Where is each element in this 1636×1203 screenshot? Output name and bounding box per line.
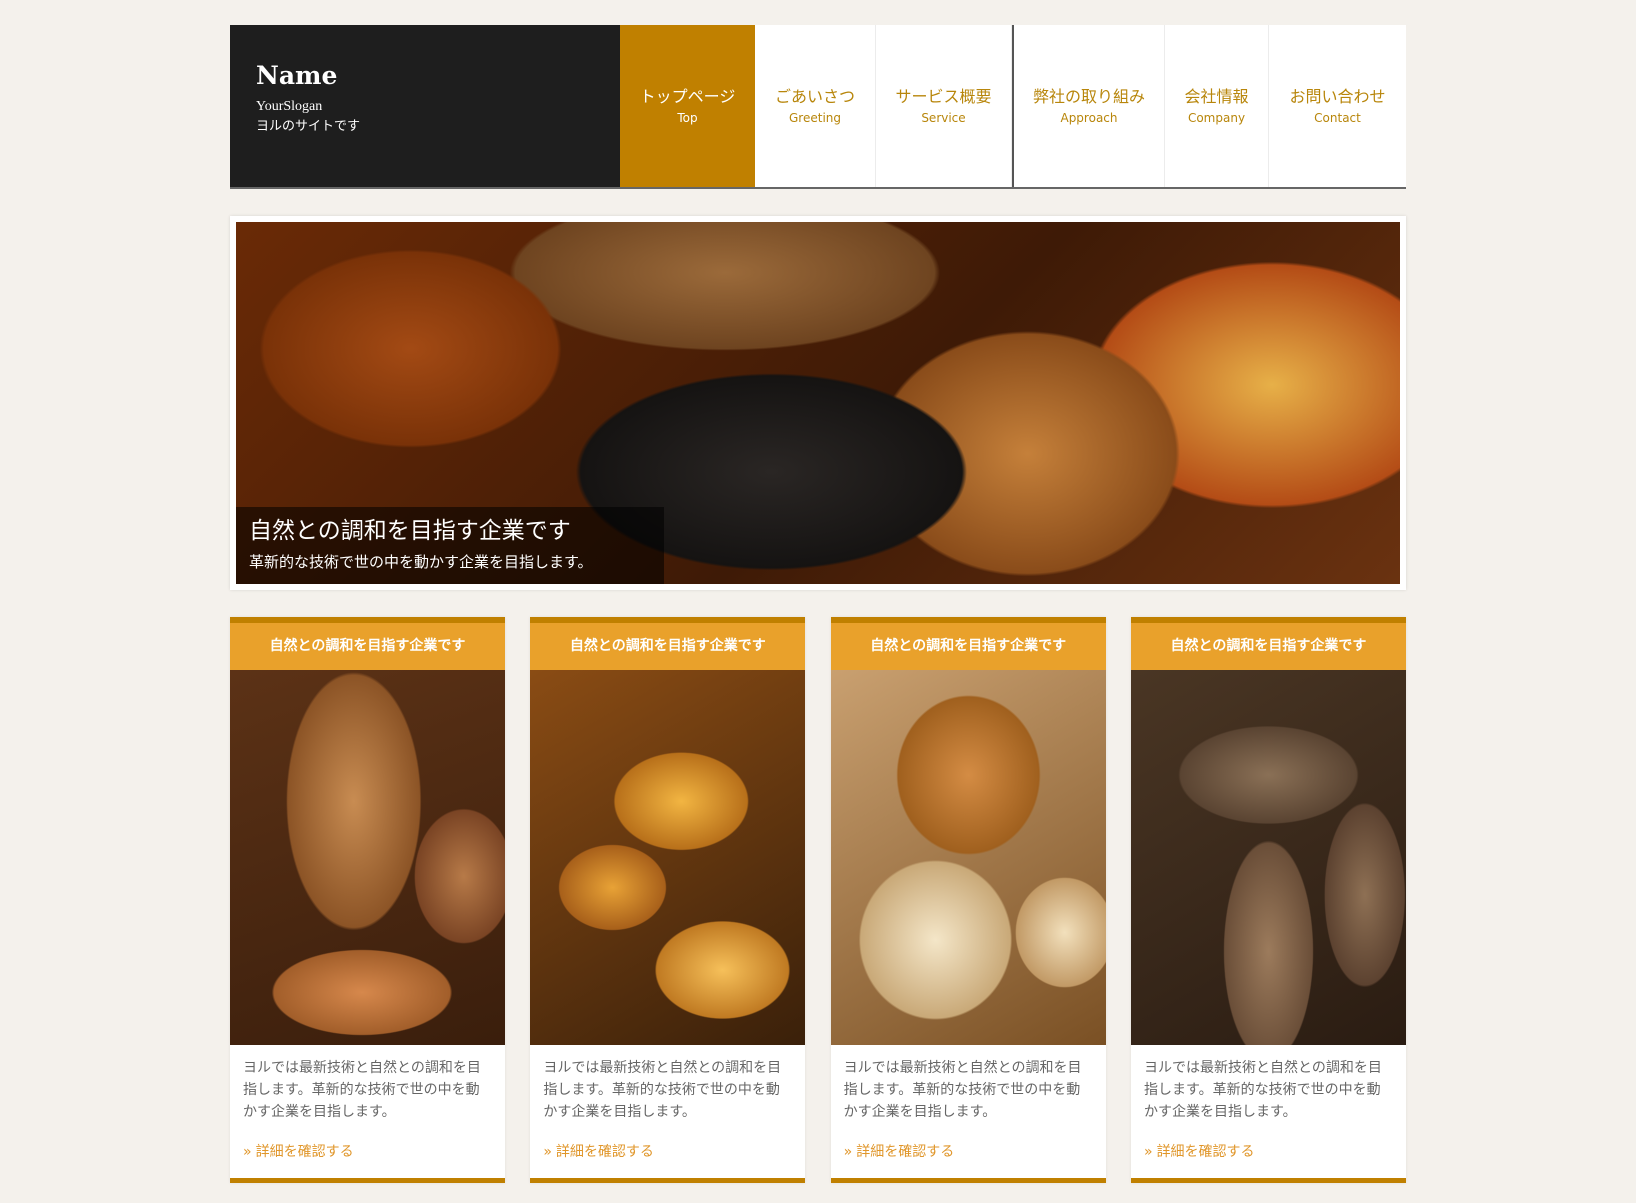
site-header: Name YourSlogan ヨルのサイトです トップページ Top ごあいさ… (230, 25, 1406, 189)
double-chevron-icon: » (543, 1144, 552, 1160)
card-title: 自然との調和を目指す企業です (1130, 617, 1406, 670)
nav-label-jp: サービス概要 (895, 87, 992, 106)
nav-label-en: Company (1187, 111, 1246, 125)
feature-card: 自然との調和を目指す企業です ヨルでは最新技術と自然との調和を目指します。革新的… (230, 617, 505, 1183)
page-wrapper: Name YourSlogan ヨルのサイトです トップページ Top ごあいさ… (230, 25, 1406, 1183)
nav-label-jp: 弊社の取り組み (1032, 87, 1145, 106)
card-image-croissants (530, 670, 806, 1045)
nav-label-en: Top (677, 111, 698, 125)
card-text: ヨルでは最新技術と自然との調和を目指します。革新的な技術で世の中を動かす企業を目… (543, 1060, 782, 1120)
feature-card: 自然との調和を目指す企業です ヨルでは最新技術と自然との調和を目指します。革新的… (830, 617, 1106, 1183)
card-detail-link[interactable]: » 詳細を確認する (831, 1142, 1106, 1162)
nav-item-top[interactable]: トップページ Top (620, 25, 755, 187)
card-title: 自然との調和を目指す企業です (830, 617, 1106, 670)
double-chevron-icon: » (1143, 1144, 1153, 1160)
card-link-label: 詳細を確認する (555, 1144, 654, 1160)
card-detail-link[interactable]: » 詳細を確認する (1131, 1142, 1406, 1162)
card-link-label: 詳細を確認する (255, 1144, 354, 1160)
card-image-white-bread (830, 670, 1106, 1045)
nav-item-contact[interactable]: お問い合わせ Contact (1269, 25, 1406, 187)
nav-label-en: Greeting (789, 111, 841, 125)
card-title: 自然との調和を目指す企業です (530, 617, 806, 670)
nav-label-jp: お問い合わせ (1289, 87, 1386, 106)
site-slogan: YourSlogan (256, 99, 323, 114)
feature-card: 自然との調和を目指す企業です ヨルでは最新技術と自然との調和を目指します。革新的… (530, 617, 806, 1183)
card-detail-link[interactable]: » 詳細を確認する (230, 1142, 505, 1162)
feature-cards: 自然との調和を目指す企業です ヨルでは最新技術と自然との調和を目指します。革新的… (230, 617, 1406, 1183)
card-title: 自然との調和を目指す企業です (230, 617, 505, 670)
card-text: ヨルでは最新技術と自然との調和を目指します。革新的な技術で世の中を動かす企業を目… (843, 1060, 1082, 1120)
nav-item-company[interactable]: 会社情報 Company (1165, 25, 1269, 187)
card-text: ヨルでは最新技術と自然との調和を目指します。革新的な技術で世の中を動かす企業を目… (243, 1060, 481, 1120)
card-detail-link[interactable]: » 詳細を確認する (530, 1142, 805, 1162)
nav-label-en: Service (921, 111, 966, 125)
site-name[interactable]: Name (256, 61, 594, 91)
nav-item-service[interactable]: サービス概要 Service (876, 25, 1012, 187)
brand-block[interactable]: Name YourSlogan ヨルのサイトです (230, 25, 620, 187)
feature-card: 自然との調和を目指す企業です ヨルでは最新技術と自然との調和を目指します。革新的… (1130, 617, 1406, 1183)
card-image-baguette (230, 670, 505, 1045)
card-link-label: 詳細を確認する (856, 1144, 955, 1160)
double-chevron-icon: » (843, 1144, 853, 1160)
main-nav: トップページ Top ごあいさつ Greeting サービス概要 Service… (620, 25, 1406, 187)
hero-caption: 自然との調和を目指す企業です 革新的な技術で世の中を動かす企業を目指します。 (236, 507, 664, 584)
nav-item-approach[interactable]: 弊社の取り組み Approach (1012, 25, 1165, 187)
card-link-label: 詳細を確認する (1156, 1144, 1255, 1160)
hero-description: 革新的な技術で世の中を動かす企業を目指します。 (249, 553, 593, 571)
hero-title: 自然との調和を目指す企業です (249, 518, 571, 544)
nav-label-jp: 会社情報 (1184, 87, 1249, 106)
nav-label-en: Approach (1060, 111, 1118, 125)
card-text: ヨルでは最新技術と自然との調和を目指します。革新的な技術で世の中を動かす企業を目… (1143, 1060, 1382, 1120)
nav-label-jp: ごあいさつ (774, 87, 855, 106)
nav-item-greeting[interactable]: ごあいさつ Greeting (755, 25, 876, 187)
card-image-grain-bread (1130, 670, 1406, 1045)
hero-section: 自然との調和を目指す企業です 革新的な技術で世の中を動かす企業を目指します。 (230, 216, 1406, 590)
hero-bread-image: 自然との調和を目指す企業です 革新的な技術で世の中を動かす企業を目指します。 (236, 222, 1400, 584)
site-subtitle: ヨルのサイトです (256, 119, 361, 134)
nav-label-en: Contact (1314, 111, 1361, 125)
double-chevron-icon: » (243, 1144, 252, 1160)
nav-label-jp: トップページ (639, 87, 736, 106)
